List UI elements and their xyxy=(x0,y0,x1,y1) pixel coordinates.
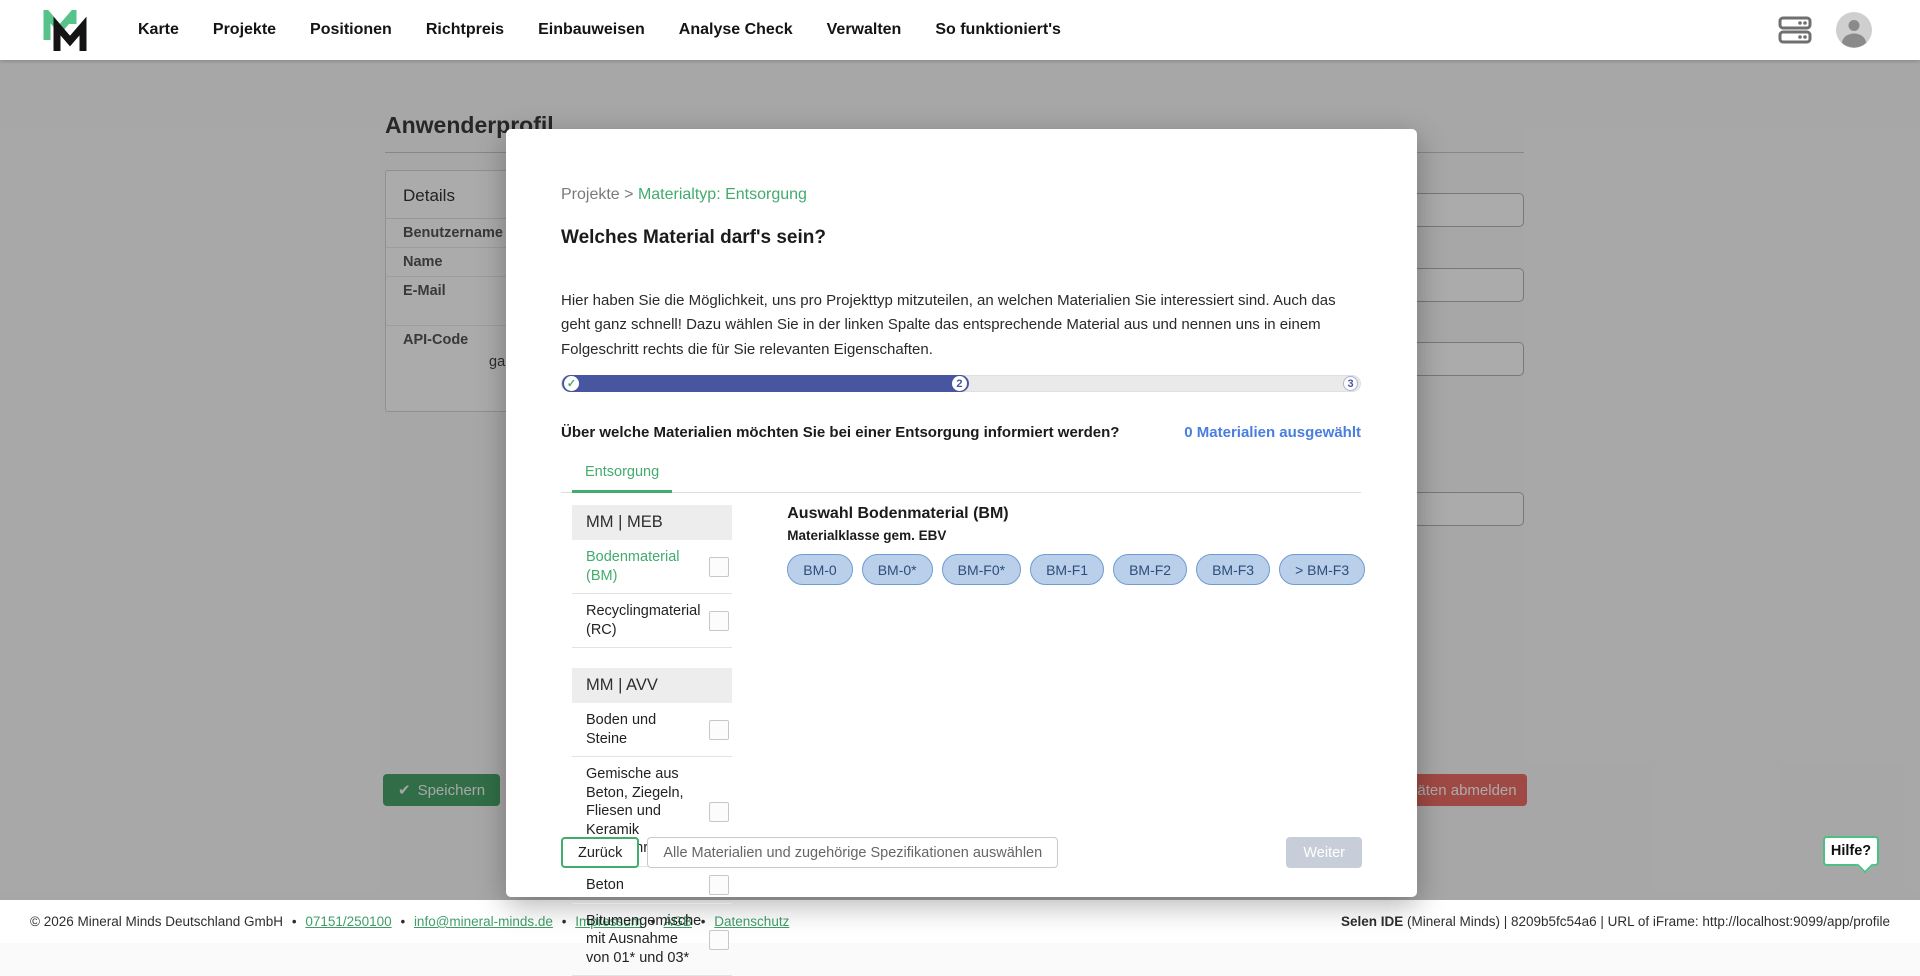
chip-bm-f3[interactable]: BM-F3 xyxy=(1196,554,1270,585)
email-link[interactable]: info@mineral-minds.de xyxy=(414,914,553,929)
tab-entsorgung[interactable]: Entsorgung xyxy=(572,464,672,493)
material-checkbox[interactable] xyxy=(709,802,729,822)
breadcrumb: Projekte > Materialtyp: Entsorgung xyxy=(561,186,1362,204)
nav-right-controls xyxy=(1778,0,1872,60)
nav-item-verwalten[interactable]: Verwalten xyxy=(827,21,902,39)
iframe-info: (Mineral Minds) | 8209b5fc54a6 | URL of … xyxy=(1403,914,1890,929)
material-checkbox[interactable] xyxy=(709,875,729,895)
next-button-disabled[interactable]: Weiter xyxy=(1286,837,1362,868)
footer-right: Selen IDE (Mineral Minds) | 8209b5fc54a6… xyxy=(1341,914,1890,929)
selected-count-link[interactable]: 0 Materialien ausgewählt xyxy=(1184,424,1361,441)
material-label: Boden und Steine xyxy=(586,711,701,748)
material-row-beton[interactable]: Beton xyxy=(572,867,732,904)
chip-bm-f1[interactable]: BM-F1 xyxy=(1030,554,1104,585)
breadcrumb-current: Materialtyp: Entsorgung xyxy=(638,186,807,203)
server-icon[interactable] xyxy=(1778,16,1812,44)
chip-bm-f2[interactable]: BM-F2 xyxy=(1113,554,1187,585)
modal-description: Hier haben Sie die Möglichkeit, uns pro … xyxy=(561,289,1362,362)
progress-step-3: 3 xyxy=(1343,376,1358,391)
group-header-mm-avv: MM | AVV xyxy=(572,668,732,703)
material-class-chips: BM-0 BM-0* BM-F0* BM-F1 BM-F2 BM-F3 > BM… xyxy=(787,554,1365,585)
material-selection-modal: Projekte > Materialtyp: Entsorgung Welch… xyxy=(506,129,1417,897)
top-navbar: Karte Projekte Positionen Richtpreis Ein… xyxy=(0,0,1920,60)
material-list: MM | MEB Bodenmaterial (BM) Recyclingmat… xyxy=(572,505,732,976)
material-checkbox[interactable] xyxy=(709,557,729,577)
nav-menu: Karte Projekte Positionen Richtpreis Ein… xyxy=(138,21,1061,39)
material-row-bitumengemische[interactable]: Bitumengemische mit Ausnahme von 01* und… xyxy=(572,904,732,976)
footer-separator: • xyxy=(400,914,405,929)
copyright-text: © 2026 Mineral Minds Deutschland GmbH xyxy=(30,914,283,929)
user-avatar-icon[interactable] xyxy=(1836,12,1872,48)
progress-bar: ✓ 2 3 xyxy=(561,375,1361,392)
chip-bm-0star[interactable]: BM-0* xyxy=(862,554,933,585)
mineral-minds-logo[interactable] xyxy=(42,10,88,52)
phone-link[interactable]: 07151/250100 xyxy=(305,914,391,929)
nav-item-positionen[interactable]: Positionen xyxy=(310,21,392,39)
question-text: Über welche Materialien möchten Sie bei … xyxy=(561,424,1119,441)
material-label: Bitumengemische mit Ausnahme von 01* und… xyxy=(586,912,701,968)
help-button[interactable]: Hilfe? xyxy=(1823,836,1879,866)
material-row-recyclingmaterial[interactable]: Recyclingmaterial (RC) xyxy=(572,594,732,648)
material-label: Beton xyxy=(586,876,624,895)
nav-item-so-funktionierts[interactable]: So funktioniert's xyxy=(935,21,1061,39)
question-row: Über welche Materialien möchten Sie bei … xyxy=(561,424,1361,441)
select-all-materials-button[interactable]: Alle Materialien und zugehörige Spezifik… xyxy=(647,837,1058,868)
back-button[interactable]: Zurück xyxy=(561,837,639,868)
material-label: Recyclingmaterial (RC) xyxy=(586,602,701,639)
material-row-boden-und-steine[interactable]: Boden und Steine xyxy=(572,703,732,757)
chip-bm-f0star[interactable]: BM-F0* xyxy=(942,554,1021,585)
nav-item-analyse-check[interactable]: Analyse Check xyxy=(679,21,793,39)
nav-item-einbauweisen[interactable]: Einbauweisen xyxy=(538,21,645,39)
chip-bm-0[interactable]: BM-0 xyxy=(787,554,852,585)
material-checkbox[interactable] xyxy=(709,930,729,950)
modal-main: MM | MEB Bodenmaterial (BM) Recyclingmat… xyxy=(561,505,1362,976)
material-label: Bodenmaterial (BM) xyxy=(586,548,701,585)
breadcrumb-separator: > xyxy=(624,186,633,203)
selection-panel-title: Auswahl Bodenmaterial (BM) xyxy=(787,505,1365,523)
modal-title: Welches Material darf's sein? xyxy=(561,227,1362,249)
footer-separator: • xyxy=(292,914,297,929)
nav-item-karte[interactable]: Karte xyxy=(138,21,179,39)
selection-panel-subtitle: Materialklasse gem. EBV xyxy=(787,528,1365,543)
progress-fill xyxy=(562,375,969,392)
nav-item-projekte[interactable]: Projekte xyxy=(213,21,276,39)
nav-item-richtpreis[interactable]: Richtpreis xyxy=(426,21,504,39)
chip-gt-bm-f3[interactable]: > BM-F3 xyxy=(1279,554,1365,585)
selection-panel: Auswahl Bodenmaterial (BM) Materialklass… xyxy=(787,505,1365,976)
tab-bar: Entsorgung xyxy=(561,463,1361,493)
material-checkbox[interactable] xyxy=(709,611,729,631)
material-checkbox[interactable] xyxy=(709,720,729,740)
breadcrumb-projekte[interactable]: Projekte xyxy=(561,186,620,203)
modal-footer: Zurück Alle Materialien und zugehörige S… xyxy=(561,837,1362,868)
material-row-bodenmaterial[interactable]: Bodenmaterial (BM) xyxy=(572,540,732,594)
group-header-mm-meb: MM | MEB xyxy=(572,505,732,540)
